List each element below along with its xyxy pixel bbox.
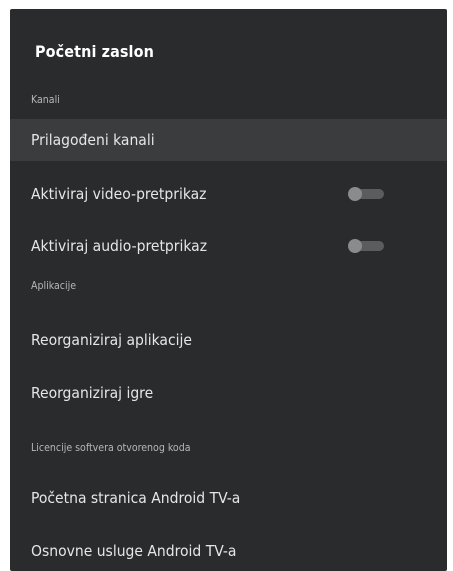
home-screen-settings-panel: Početni zaslon Kanali Prilagođeni kanali… xyxy=(10,9,447,571)
menu-item-label: Reorganiziraj igre xyxy=(31,384,154,402)
menu-item-reorder-apps[interactable]: Reorganiziraj aplikacije xyxy=(10,319,447,361)
toggle-thumb xyxy=(348,239,362,253)
menu-item-label: Aktiviraj audio-pretprikaz xyxy=(31,237,208,255)
menu-item-android-tv-core-services[interactable]: Osnovne usluge Android TV-a xyxy=(10,530,447,571)
menu-item-label: Prilagođeni kanali xyxy=(31,131,155,149)
video-preview-toggle[interactable] xyxy=(348,187,385,201)
section-header-open-source-licenses: Licencije softvera otvorenog koda xyxy=(31,442,191,454)
menu-item-label: Početna stranica Android TV-a xyxy=(31,489,241,507)
menu-item-video-preview[interactable]: Aktiviraj video-pretprikaz xyxy=(10,173,447,215)
menu-item-audio-preview[interactable]: Aktiviraj audio-pretprikaz xyxy=(10,225,447,267)
menu-item-reorder-games[interactable]: Reorganiziraj igre xyxy=(10,372,447,414)
section-header-channels: Kanali xyxy=(31,94,60,106)
toggle-thumb xyxy=(348,187,362,201)
page-title: Početni zaslon xyxy=(35,42,154,61)
section-header-apps: Aplikacije xyxy=(31,280,77,292)
audio-preview-toggle[interactable] xyxy=(348,239,385,253)
menu-item-label: Osnovne usluge Android TV-a xyxy=(31,542,237,560)
menu-item-label: Aktiviraj video-pretprikaz xyxy=(31,185,207,203)
menu-item-custom-channels[interactable]: Prilagođeni kanali xyxy=(10,119,447,161)
menu-item-android-tv-home[interactable]: Početna stranica Android TV-a xyxy=(10,477,447,519)
menu-item-label: Reorganiziraj aplikacije xyxy=(31,331,192,349)
